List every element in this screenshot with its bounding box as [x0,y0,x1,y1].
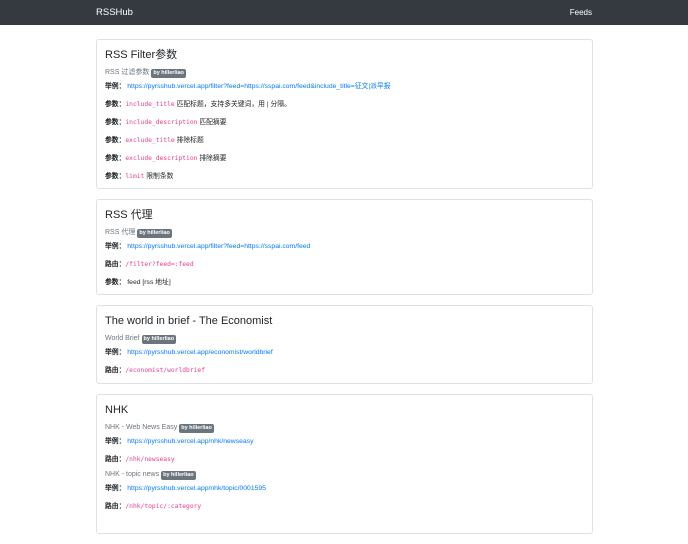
route-subtitle: RSS 代理 by hillerliao [105,228,584,238]
example-row: 举例： https://pyrsshub.vercel.app/economis… [105,348,584,357]
param-row: 参数：include_title 匹配标题，支持多关键词，用 | 分隔。 [105,100,584,109]
route-subtitle-text: NHK - Web News Easy [105,424,178,431]
param-label: 参数： [105,155,126,162]
author-badge: by hillerliao [137,228,172,238]
route-label: 路由： [105,503,126,510]
author-badge: by hillerliao [161,470,196,480]
route-code: /nhk/topic/:category [125,503,202,510]
param-label: 参数： [105,119,126,126]
example-row: 举例： https://pyrsshub.vercel.app/filter?f… [105,242,584,251]
example-link[interactable]: https://pyrsshub.vercel.app/economist/wo… [127,349,272,356]
route-row: 路由：/nhk/topic/:category [105,502,584,511]
navbar: RSSHub Feeds [0,0,688,25]
route-label: 路由： [105,367,126,374]
route-code: /filter?feed=:feed [125,261,194,268]
card-title: RSS 代理 [105,209,153,221]
param-desc: 匹配摘要 [199,119,227,126]
param-code: exclude_description [125,155,198,162]
feeds-link[interactable]: Feeds [570,8,592,17]
example-link[interactable]: https://pyrsshub.vercel.app/filter?feed=… [127,243,310,250]
card-title: NHK [105,404,129,416]
route-code: /economist/worldbrief [125,367,206,374]
param-desc: feed [rss 地址] [127,279,171,286]
route-label: 路由： [105,261,126,268]
card-rss-filter: RSS Filter参数 RSS 过滤参数 by hillerliao 举例： … [96,39,593,189]
example-link[interactable]: https://pyrsshub.vercel.app/nhk/topic/00… [127,485,266,492]
example-row: 举例： https://pyrsshub.vercel.app/filter?f… [105,82,584,91]
param-label: 参数： [105,101,126,108]
route-subtitle: World Brief by hillerliao [105,334,584,344]
example-label: 举例： [105,438,126,445]
param-row: 参数：exclude_description 排除摘要 [105,154,584,163]
example-label: 举例： [105,83,126,90]
param-desc: 匹配标题，支持多关键词，用 | 分隔。 [176,101,291,108]
param-code: limit [125,173,145,180]
example-label: 举例： [105,243,126,250]
route-subtitle: NHK - Web News Easy by hillerliao [105,423,584,433]
param-code: include_title [125,101,175,108]
example-row: 举例： https://pyrsshub.vercel.app/nhk/news… [105,437,584,446]
route-subtitle: NHK - topic news by hillerliao [105,470,584,480]
param-desc: 排除标题 [176,137,204,144]
param-code: exclude_title [125,137,175,144]
route-row: 路由：/economist/worldbrief [105,366,584,375]
example-label: 举例： [105,485,126,492]
route-code: /nhk/newseasy [125,456,175,463]
route-subtitle-text: RSS 过滤参数 [105,69,150,76]
route-subtitle-text: RSS 代理 [105,229,136,236]
author-badge: by hillerliao [141,334,177,344]
param-code: include_description [125,119,198,126]
route-row: 路由：/filter?feed=:feed [105,260,584,269]
route-subtitle-text: NHK - topic news [105,471,160,478]
route-subtitle-text: World Brief [105,335,140,342]
param-label: 参数： [105,137,126,144]
param-row: 参数：exclude_title 排除标题 [105,136,584,145]
example-label: 举例： [105,349,126,356]
example-link[interactable]: https://pyrsshub.vercel.app/nhk/newseasy [127,438,253,445]
card-rss-proxy: RSS 代理 RSS 代理 by hillerliao 举例： https://… [96,199,593,295]
card-title: RSS Filter参数 [105,49,178,61]
main-container: RSS Filter参数 RSS 过滤参数 by hillerliao 举例： … [96,39,593,544]
param-row: 参数： feed [rss 地址] [105,278,584,287]
param-label: 参数： [105,173,126,180]
route-subtitle: RSS 过滤参数 by hillerliao [105,68,584,78]
card-economist: The world in brief - The Economist World… [96,305,593,384]
param-label: 参数： [105,279,126,286]
param-row: 参数：limit 限制条数 [105,172,584,181]
example-row: 举例： https://pyrsshub.vercel.app/nhk/topi… [105,484,584,493]
param-desc: 排除摘要 [199,155,227,162]
author-badge: by hillerliao [179,423,214,433]
route-label: 路由： [105,456,126,463]
author-badge: by hillerliao [151,68,186,78]
card-title: The world in brief - The Economist [105,315,273,327]
brand-link[interactable]: RSSHub [96,7,133,18]
route-row: 路由：/nhk/newseasy [105,455,584,464]
param-desc: 限制条数 [146,173,174,180]
example-link[interactable]: https://pyrsshub.vercel.app/filter?feed=… [127,83,390,90]
card-nhk: NHK NHK - Web News Easy by hillerliao 举例… [96,394,593,534]
param-row: 参数：include_description 匹配摘要 [105,118,584,127]
